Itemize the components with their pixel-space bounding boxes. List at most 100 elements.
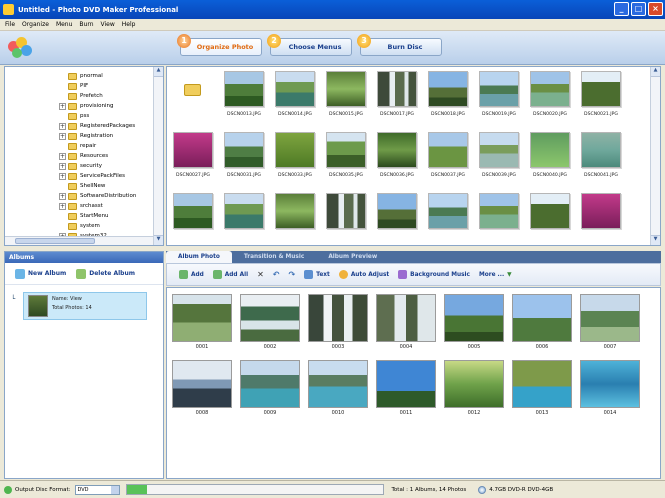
files-vertical-scrollbar[interactable]: ▲ ▼ (650, 67, 660, 245)
tree-item[interactable]: + Registration (5, 131, 113, 141)
album-photo[interactable]: 0011 (376, 360, 436, 416)
file-thumbnail[interactable] (528, 191, 572, 245)
menu-organize[interactable]: Organize (22, 21, 49, 28)
file-thumbnail[interactable]: DSCN0021.JPG (579, 69, 623, 123)
file-thumbnail[interactable]: DSCN0017.JPG (375, 69, 419, 123)
album-photo-area[interactable]: 0001 0002 0003 0004 0005 0006 0007 0008 0009 0010… (166, 287, 661, 479)
delete-album-button[interactable]: Delete Album (76, 268, 135, 279)
background-music-button[interactable]: Background Music (398, 270, 470, 279)
auto-adjust-button[interactable]: Auto Adjust (338, 270, 389, 279)
file-thumbnail[interactable] (579, 191, 623, 245)
new-album-button[interactable]: New Album (15, 268, 66, 279)
file-thumbnail[interactable]: DSCN0014.JPG (273, 69, 317, 123)
remove-button[interactable]: ✕ (257, 270, 264, 279)
file-thumbnail[interactable]: DSCN0033.JPG (273, 130, 317, 184)
expand-icon[interactable]: + (59, 132, 66, 140)
tree-vertical-scrollbar[interactable]: ▲ ▼ (153, 67, 163, 245)
scroll-down-icon[interactable]: ▼ (651, 235, 660, 245)
file-thumbnail[interactable] (426, 191, 470, 245)
file-thumbnail[interactable] (273, 191, 317, 245)
file-thumbnail[interactable]: DSCN0039.JPG (477, 130, 521, 184)
album-photo[interactable]: 0006 (512, 294, 572, 350)
album-photo[interactable]: 0012 (444, 360, 504, 416)
tree-item[interactable]: system (5, 221, 100, 231)
file-thumbnail[interactable] (171, 191, 215, 245)
file-thumbnail[interactable]: DSCN0019.JPG (477, 69, 521, 123)
file-thumbnail[interactable]: DSCN0041.JPG (579, 130, 623, 184)
album-photo[interactable]: 0005 (444, 294, 504, 350)
file-thumbnail[interactable]: DSCN0035.JPG (324, 130, 368, 184)
expand-icon[interactable]: + (59, 202, 66, 210)
expand-icon[interactable]: + (59, 162, 66, 170)
minimize-button[interactable]: _ (614, 2, 629, 16)
menu-menu[interactable]: Menu (56, 21, 72, 28)
menu-burn[interactable]: Burn (79, 21, 93, 28)
step-choose-menus[interactable]: 2 Choose Menus (267, 34, 352, 56)
tree-item[interactable]: Prefetch (5, 91, 103, 101)
album-photo[interactable]: 0013 (512, 360, 572, 416)
file-thumbnail[interactable] (222, 191, 266, 245)
file-thumbnail[interactable]: DSCN0037.JPG (426, 130, 470, 184)
tree-item[interactable]: + security (5, 161, 102, 171)
output-format-select[interactable]: DVD (74, 484, 120, 495)
file-thumbnail[interactable]: DSCN0018.JPG (426, 69, 470, 123)
album-photo[interactable]: 0007 (580, 294, 640, 350)
expand-icon[interactable]: + (59, 122, 66, 130)
file-thumbnail[interactable] (375, 191, 419, 245)
tree-item[interactable]: + srchasst (5, 201, 103, 211)
tree-item[interactable]: + SoftwareDistribution (5, 191, 136, 201)
file-thumbnail[interactable]: DSCN0015.JPG (324, 69, 368, 123)
text-button[interactable]: Text (304, 270, 330, 279)
tree-item[interactable]: pss (5, 111, 89, 121)
disc-type-indicator[interactable]: 4.7GB DVD-R DVD-4GB (478, 485, 553, 494)
expand-icon[interactable]: + (59, 172, 66, 180)
album-photo[interactable]: 0008 (172, 360, 232, 416)
tree-item[interactable]: ShellNew (5, 181, 105, 191)
file-browser[interactable]: DSCN0013.JPG DSCN0014.JPG DSCN0015.JPG DSCN… (166, 66, 661, 246)
tree-item[interactable]: pnormal (5, 71, 103, 81)
menu-help[interactable]: Help (122, 21, 136, 28)
file-thumbnail[interactable]: DSCN0020.JPG (528, 69, 572, 123)
file-thumbnail[interactable]: DSCN0013.JPG (222, 69, 266, 123)
maximize-button[interactable]: □ (631, 2, 646, 16)
expand-icon[interactable]: + (59, 192, 66, 200)
tab-album-photo[interactable]: Album Photo (166, 251, 232, 263)
album-item[interactable]: Name: View Total Photos: 14 (23, 292, 147, 320)
step-organize-photo[interactable]: 1 Organize Photo (177, 34, 262, 56)
file-thumbnail[interactable]: DSCN0040.JPG (528, 130, 572, 184)
rotate-right-button[interactable]: ↷ (288, 270, 295, 279)
expand-icon[interactable]: + (59, 152, 66, 160)
close-button[interactable]: × (648, 2, 663, 16)
scroll-up-icon[interactable]: ▲ (154, 67, 163, 77)
tree-item[interactable]: + Resources (5, 151, 108, 161)
step-burn-disc[interactable]: 3 Burn Disc (357, 34, 442, 56)
file-thumbnail[interactable]: DSCN0031.JPG (222, 130, 266, 184)
file-thumbnail[interactable] (324, 191, 368, 245)
rotate-left-button[interactable]: ↶ (273, 270, 280, 279)
album-photo[interactable]: 0010 (308, 360, 368, 416)
scroll-up-icon[interactable]: ▲ (651, 67, 660, 77)
menu-file[interactable]: File (5, 21, 15, 28)
tree-item[interactable]: + provisioning (5, 101, 114, 111)
tree-item[interactable]: PIF (5, 81, 88, 91)
file-thumbnail[interactable]: DSCN0036.JPG (375, 130, 419, 184)
album-photo[interactable]: 0003 (308, 294, 368, 350)
album-photo[interactable]: 0001 (172, 294, 232, 350)
tree-item[interactable]: + ServicePackFiles (5, 171, 125, 181)
album-photo[interactable]: 0009 (240, 360, 300, 416)
tree-item[interactable]: repair (5, 141, 96, 151)
menu-view[interactable]: View (101, 21, 115, 28)
expand-icon[interactable]: + (59, 102, 66, 110)
file-thumbnail[interactable]: DSCN0027.JPG (171, 130, 215, 184)
folder-tree[interactable]: pnormal PIF Prefetch + provisioning pss + Regis… (4, 66, 164, 246)
tree-item[interactable]: + RegisteredPackages (5, 121, 135, 131)
tree-item[interactable]: StartMenu (5, 211, 109, 221)
album-photo[interactable]: 0002 (240, 294, 300, 350)
file-thumbnail[interactable] (477, 191, 521, 245)
tree-horizontal-scrollbar[interactable] (5, 236, 153, 245)
folder-up-item[interactable] (171, 69, 215, 123)
tab-transition-music[interactable]: Transition & Music (232, 251, 316, 263)
scroll-down-icon[interactable]: ▼ (154, 235, 163, 245)
add-all-button[interactable]: Add All (212, 270, 248, 279)
add-button[interactable]: Add (179, 270, 204, 279)
